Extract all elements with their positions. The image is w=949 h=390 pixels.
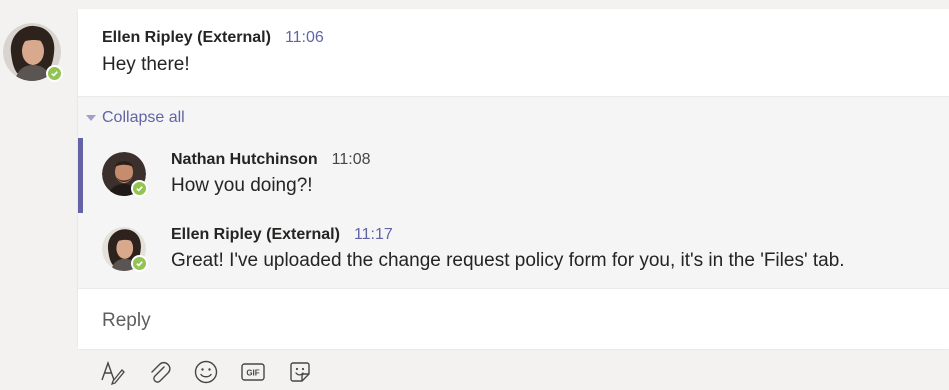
gif-button[interactable]: GIF: [239, 358, 267, 386]
sticker-button[interactable]: [286, 358, 314, 386]
format-button[interactable]: [98, 358, 126, 386]
message-timestamp[interactable]: 11:06: [285, 29, 324, 46]
message-text: How you doing?!: [171, 175, 313, 196]
emoji-button[interactable]: [192, 358, 220, 386]
reply-box: [78, 288, 949, 349]
thread-reply: Nathan Hutchinson 11:08 How you doing?!: [78, 138, 949, 213]
gif-icon: GIF: [241, 363, 265, 381]
format-icon: [101, 360, 125, 385]
selected-accent-bar: [78, 138, 83, 213]
message-timestamp[interactable]: 11:17: [354, 226, 393, 243]
avatar-nathan-hutchinson[interactable]: [102, 152, 148, 197]
collapse-all-label: Collapse all: [102, 109, 185, 126]
compose-toolbar: GIF: [98, 357, 333, 387]
presence-available-icon: [131, 255, 148, 272]
root-message: Ellen Ripley (External) 11:06 Hey there!: [78, 9, 949, 96]
message-text: Hey there!: [102, 54, 190, 75]
message-sender: Ellen Ripley (External): [171, 226, 340, 243]
conversation-card: Ellen Ripley (External) 11:06 Hey there! …: [78, 9, 949, 349]
reply-input[interactable]: [100, 307, 924, 335]
message-sender: Nathan Hutchinson: [171, 151, 318, 168]
thread-reply: Ellen Ripley (External) 11:17 Great! I've…: [78, 213, 949, 288]
presence-available-icon: [46, 65, 63, 82]
attach-icon: [151, 361, 171, 383]
message-timestamp[interactable]: 11:08: [332, 151, 371, 168]
message-sender: Ellen Ripley (External): [102, 29, 271, 46]
collapse-all-button[interactable]: Collapse all: [86, 109, 185, 127]
presence-available-icon: [131, 180, 148, 197]
message-text: Great! I've uploaded the change request …: [171, 250, 845, 271]
triangle-down-icon: [86, 115, 96, 121]
gif-label: GIF: [246, 369, 259, 378]
reply-thread: Collapse all Nathan Hutchinson 11:08 How…: [78, 96, 949, 288]
sticker-icon: [290, 362, 310, 382]
attach-button[interactable]: [145, 358, 173, 386]
avatar-ellen-ripley[interactable]: [3, 23, 63, 82]
avatar-ellen-ripley[interactable]: [102, 227, 148, 272]
emoji-icon: [194, 360, 218, 384]
